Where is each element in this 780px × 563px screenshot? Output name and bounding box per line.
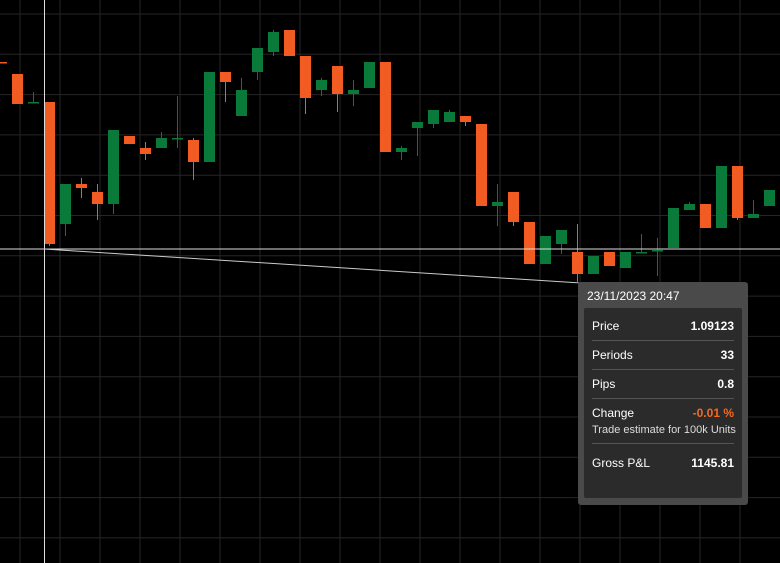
candle-body [732,166,743,218]
candle-body [332,66,343,94]
candle-body [140,148,151,154]
candle-body [604,252,615,266]
candle-body [508,192,519,222]
candle-body [764,190,775,206]
candle-body [444,112,455,122]
change-label: Change [592,406,635,420]
candle-body [220,72,231,82]
candle-body [428,110,439,124]
candle-body [540,236,551,264]
candle-body [636,252,647,254]
candle-body [60,184,71,224]
candle-body [0,62,7,64]
tooltip-row-pips: Pips 0.8 [592,370,734,398]
trade-estimate-note: Trade estimate for 100k Units [592,424,736,436]
candle-body [668,208,679,248]
candle-body [652,250,663,252]
candle-body [476,124,487,206]
candle-body [300,56,311,98]
candle-body [268,32,279,52]
candle-body [588,256,599,274]
candle-body [108,130,119,204]
tooltip-date: 23/11/2023 20:47 [587,289,680,303]
candle-body [556,230,567,244]
separator [592,443,734,444]
tooltip-body: Price 1.09123 Periods 33 Pips 0.8 Change… [584,308,742,498]
candle-body [748,214,759,218]
pips-label: Pips [592,377,616,391]
price-label: Price [592,319,620,333]
candle-body [28,102,39,104]
candle-body [524,222,535,264]
gross-pnl-label: Gross P&L [592,456,651,470]
candle-body [492,202,503,206]
candle-body [460,116,471,122]
tooltip-row-change: Change -0.01 % [592,399,734,427]
candle-body [700,204,711,228]
candle-body [188,140,199,162]
candle-body [124,136,135,144]
candle-body [316,80,327,90]
candle-body [172,138,183,140]
candle-body [204,72,215,162]
gross-pnl-value: 1145.81 [691,456,734,470]
candle-body [380,62,391,152]
candle-body [364,62,375,88]
periods-label: Periods [592,348,633,362]
measure-tooltip: 23/11/2023 20:47 Price 1.09123 Periods 3… [578,282,748,505]
candle-body [684,204,695,210]
candle-body [12,74,23,104]
candle-body [92,192,103,204]
candle-body [252,48,263,72]
candle-body [76,184,87,188]
tooltip-row-periods: Periods 33 [592,341,734,369]
periods-value: 33 [720,348,734,362]
tooltip-row-price: Price 1.09123 [592,312,734,340]
candle-body [572,252,583,274]
change-value: -0.01 % [692,406,734,420]
price-value: 1.09123 [690,319,734,333]
candle-body [348,90,359,94]
tooltip-row-gross-pnl: Gross P&L 1145.81 [592,449,734,477]
candle-body [284,30,295,56]
candle-body [396,148,407,152]
candle-body [44,102,55,244]
candle-body [156,138,167,148]
candle-body [412,122,423,128]
candle-body [236,90,247,116]
pips-value: 0.8 [717,377,734,391]
candle-body [716,166,727,228]
candle-body [620,252,631,268]
